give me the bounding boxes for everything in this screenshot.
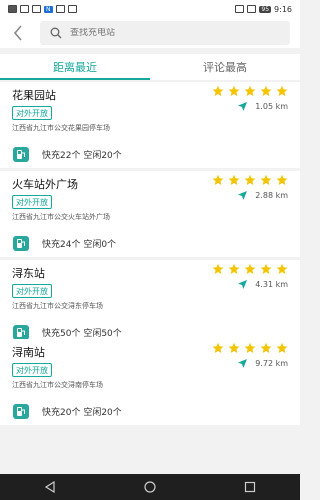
station-address: 江西省九江市公交浔南停车场: [12, 381, 103, 389]
wechat-icon: [8, 5, 17, 13]
circle-home-icon: [144, 481, 156, 493]
station-card[interactable]: 浔东站 对外开放 江西省九江市公交浔东停车场 4.31 km 快充50个 空闲5…: [0, 260, 300, 346]
star-icon: [244, 85, 256, 96]
star-icon: [212, 85, 224, 96]
rating-stars: [212, 263, 288, 275]
charging-pump-icon: [13, 325, 29, 340]
charger-availability: 快充22个 空闲20个: [42, 151, 122, 161]
chevron-left-icon: [13, 25, 22, 41]
distance-value: 9.72 km: [255, 359, 288, 368]
station-card[interactable]: 火车站外广场 对外开放 江西省九江市公交火车站外广场 2.88 km 快充24个…: [0, 171, 300, 257]
search-icon: [50, 27, 62, 39]
station-name: 花果园站: [12, 89, 56, 102]
nav-recents-button[interactable]: [238, 475, 262, 499]
station-name: 火车站外广场: [12, 178, 78, 191]
system-nav-bar: [0, 474, 300, 500]
open-status-tag[interactable]: 对外开放: [12, 195, 52, 209]
status-right: 95 9:16: [235, 5, 292, 14]
charger-availability: 快充20个 空闲20个: [42, 408, 122, 418]
star-icon: [276, 174, 288, 185]
search-header: [0, 18, 300, 48]
charger-summary: 快充50个 空闲50个: [13, 325, 122, 340]
star-icon: [228, 174, 240, 185]
notification-icon: [55, 5, 65, 13]
star-icon: [260, 263, 272, 274]
star-icon: [228, 263, 240, 274]
distance[interactable]: 2.88 km: [238, 191, 288, 200]
rating-stars: [212, 85, 288, 97]
sort-tabs: 距离最近 评论最高: [0, 54, 300, 80]
alarm-icon: [247, 5, 257, 13]
star-icon: [244, 342, 256, 353]
star-icon: [276, 85, 288, 96]
distance[interactable]: 1.05 km: [238, 102, 288, 111]
rating-stars: [212, 342, 288, 354]
charging-pump-icon: [13, 404, 29, 419]
tab-nearest[interactable]: 距离最近: [0, 54, 150, 80]
search-box[interactable]: [40, 21, 290, 45]
charger-availability: 快充50个 空闲50个: [42, 329, 122, 339]
charging-pump-icon: [13, 147, 29, 162]
star-icon: [276, 342, 288, 353]
search-input[interactable]: [70, 28, 270, 38]
nav-back-button[interactable]: [38, 475, 62, 499]
star-icon: [212, 263, 224, 274]
distance-value: 4.31 km: [255, 280, 288, 289]
navigation-arrow-icon: [238, 280, 248, 289]
navigation-arrow-icon: [238, 102, 248, 111]
star-icon: [244, 174, 256, 185]
back-button[interactable]: [4, 19, 32, 47]
wifi-icon: [32, 5, 41, 13]
distance-value: 1.05 km: [255, 102, 288, 111]
status-left: N: [8, 5, 77, 13]
clock: 9:16: [274, 4, 292, 14]
star-icon: [260, 174, 272, 185]
status-bar: N 95 9:16: [0, 0, 300, 18]
rating-stars: [212, 174, 288, 186]
charger-summary: 快充24个 空闲0个: [13, 236, 116, 251]
star-icon: [212, 342, 224, 353]
battery-icon: 95: [259, 5, 272, 13]
station-name: 浔东站: [12, 267, 45, 280]
distance[interactable]: 9.72 km: [238, 359, 288, 368]
eye-icon: [235, 5, 245, 13]
open-status-tag[interactable]: 对外开放: [12, 106, 52, 120]
notification-badge-icon: N: [44, 5, 53, 13]
star-icon: [228, 342, 240, 353]
star-icon: [228, 85, 240, 96]
signal-icon: [20, 5, 29, 13]
star-icon: [212, 174, 224, 185]
square-recents-icon: [244, 481, 256, 493]
charger-summary: 快充22个 空闲20个: [13, 147, 122, 162]
station-address: 江西省九江市公交花果园停车场: [12, 124, 110, 132]
navigation-arrow-icon: [238, 359, 248, 368]
station-card[interactable]: 浔南站 对外开放 江西省九江市公交浔南停车场 9.72 km 快充20个 空闲2…: [0, 339, 300, 425]
station-address: 江西省九江市公交火车站外广场: [12, 213, 110, 221]
station-card[interactable]: 花果园站 对外开放 江西省九江市公交花果园停车场 1.05 km 快充22个 空…: [0, 82, 300, 168]
charger-summary: 快充20个 空闲20个: [13, 404, 122, 419]
app-icon: [67, 5, 77, 13]
star-icon: [276, 263, 288, 274]
triangle-back-icon: [44, 481, 55, 493]
distance-value: 2.88 km: [255, 191, 288, 200]
tab-top-rated[interactable]: 评论最高: [150, 54, 300, 80]
charger-availability: 快充24个 空闲0个: [42, 240, 117, 250]
star-icon: [260, 342, 272, 353]
charging-pump-icon: [13, 236, 29, 251]
star-icon: [244, 263, 256, 274]
open-status-tag[interactable]: 对外开放: [12, 284, 52, 298]
open-status-tag[interactable]: 对外开放: [12, 363, 52, 377]
navigation-arrow-icon: [238, 191, 248, 200]
nav-home-button[interactable]: [138, 475, 162, 499]
station-name: 浔南站: [12, 346, 45, 359]
distance[interactable]: 4.31 km: [238, 280, 288, 289]
star-icon: [260, 85, 272, 96]
station-address: 江西省九江市公交浔东停车场: [12, 302, 103, 310]
